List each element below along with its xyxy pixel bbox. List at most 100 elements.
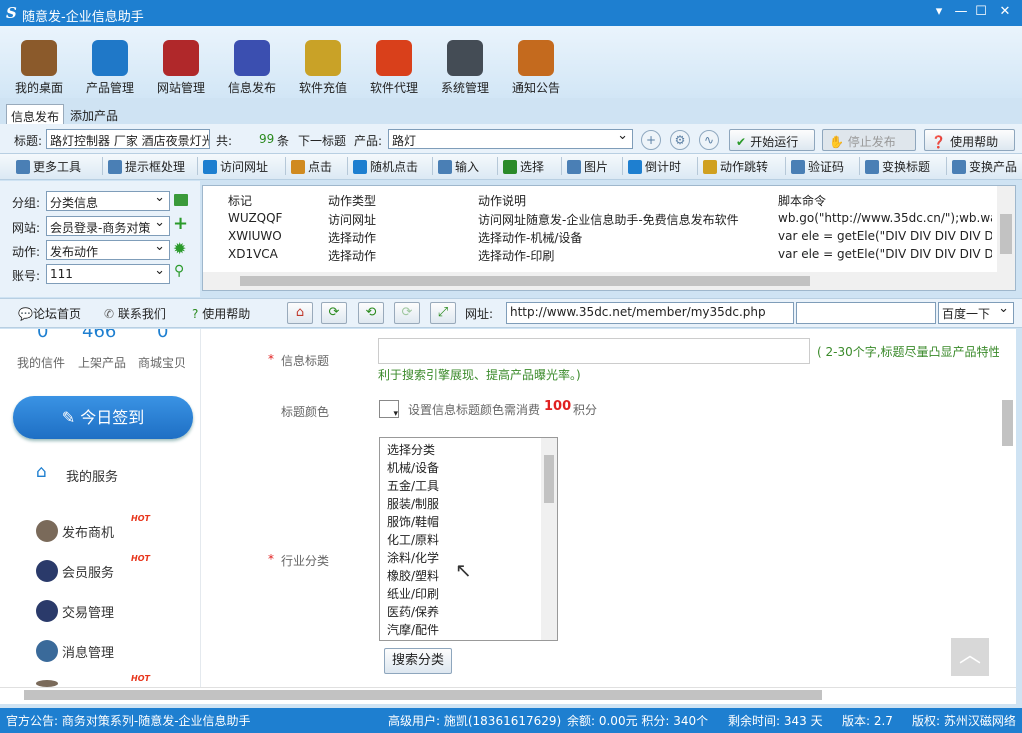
- folder-icon[interactable]: [174, 194, 188, 206]
- tool-3-button[interactable]: 点击: [291, 158, 332, 175]
- tool-2-button[interactable]: 访问网址: [203, 158, 268, 175]
- service-icon: [36, 560, 58, 582]
- category-scroll-thumb[interactable]: [544, 455, 554, 503]
- account-select[interactable]: 111: [46, 264, 170, 284]
- tool-10-button[interactable]: 验证码: [791, 158, 844, 175]
- product-select[interactable]: 路灯: [388, 129, 633, 149]
- tool-7-button[interactable]: 图片: [567, 158, 608, 175]
- service-link[interactable]: 交易管理: [62, 602, 114, 620]
- close-button[interactable]: ✕: [996, 4, 1014, 20]
- table-cell[interactable]: 选择动作: [328, 229, 473, 246]
- maximize-button[interactable]: ☐: [972, 4, 990, 20]
- tool-1-button[interactable]: 提示框处理: [108, 158, 185, 175]
- category-option[interactable]: 选择分类: [387, 441, 435, 458]
- forum-home-link[interactable]: 💬论坛首页: [18, 305, 81, 322]
- title-input[interactable]: 路灯控制器 厂家 酒店夜景灯光: [46, 129, 210, 149]
- tool-0-button[interactable]: 更多工具: [16, 158, 81, 175]
- toolbar-label: 软件代理: [369, 81, 418, 95]
- table-hscroll-thumb[interactable]: [240, 276, 810, 286]
- action-select[interactable]: 发布动作: [46, 240, 170, 260]
- home-nav-icon[interactable]: ⌂: [287, 302, 313, 324]
- category-option[interactable]: 化工/原料: [387, 531, 439, 548]
- toolbar-notice-button[interactable]: 通知公告: [503, 36, 569, 96]
- category-option[interactable]: 五金/工具: [387, 477, 439, 494]
- color-picker[interactable]: ▾: [379, 400, 399, 419]
- category-option[interactable]: 橡胶/塑料: [387, 567, 439, 584]
- tool-4-button[interactable]: 随机点击: [353, 158, 418, 175]
- stat-label[interactable]: 商城宝贝: [138, 354, 186, 371]
- stop-publish-label: 停止发布: [847, 135, 896, 149]
- table-cell[interactable]: 选择动作: [328, 247, 473, 264]
- browser-help-link[interactable]: ? 使用帮助: [192, 305, 250, 322]
- toolbar-gift-button[interactable]: 软件代理: [361, 36, 427, 96]
- help-button[interactable]: ❓ 使用帮助: [924, 129, 1015, 151]
- web-vscroll-thumb[interactable]: [1002, 400, 1013, 446]
- table-cell[interactable]: wb.go("http://www.35dc.cn/");wb.wa: [778, 211, 992, 225]
- table-cell[interactable]: var ele = getEle("DIV DIV DIV DIV DIV: [778, 229, 992, 243]
- forward-icon[interactable]: ⟳: [394, 302, 420, 324]
- contact-us-link[interactable]: ✆ 联系我们: [104, 305, 166, 322]
- service-link[interactable]: 发布商机: [62, 522, 114, 540]
- search-category-button[interactable]: 搜索分类: [384, 648, 452, 674]
- checkin-button[interactable]: ✎ 今日签到: [13, 396, 193, 439]
- table-cell[interactable]: XD1VCA: [228, 247, 323, 261]
- search-engine-select[interactable]: 百度一下: [938, 302, 1014, 324]
- stop-publish-button[interactable]: ✋ 停止发布: [822, 129, 916, 151]
- tab-info-publish[interactable]: 信息发布: [6, 104, 65, 124]
- add-circle-icon[interactable]: +: [641, 130, 661, 150]
- toolbar-cloud-button[interactable]: 产品管理: [77, 36, 143, 96]
- category-option[interactable]: 服装/制服: [387, 495, 439, 512]
- tool-6-button[interactable]: 选择: [503, 158, 544, 175]
- url-input[interactable]: http://www.35dc.net/member/my35dc.php: [506, 302, 794, 324]
- back-to-top-icon[interactable]: ︿: [951, 638, 989, 676]
- table-vscroll-thumb[interactable]: [1000, 214, 1012, 254]
- tool-5-button[interactable]: 输入: [438, 158, 479, 175]
- category-option[interactable]: 汽摩/配件: [387, 621, 439, 638]
- chart-circle-icon[interactable]: ∿: [699, 130, 719, 150]
- search-input[interactable]: [796, 302, 936, 324]
- table-cell[interactable]: XWIUWO: [228, 229, 323, 243]
- title-color-cost: 100: [544, 399, 572, 414]
- table-cell[interactable]: 选择动作-印刷: [478, 247, 773, 264]
- tool-12-button[interactable]: 变换产品: [952, 158, 1017, 175]
- category-option[interactable]: 机械/设备: [387, 459, 439, 476]
- toolbar-coins-button[interactable]: 软件充值: [290, 36, 356, 96]
- refresh-icon[interactable]: ⟳: [321, 302, 347, 324]
- category-option[interactable]: 涂料/化学: [387, 549, 439, 566]
- web-hscroll-thumb[interactable]: [24, 690, 822, 700]
- service-link[interactable]: 会员服务: [62, 562, 114, 580]
- category-option[interactable]: 医药/保养: [387, 603, 439, 620]
- category-option[interactable]: 服饰/鞋帽: [387, 513, 439, 530]
- table-cell[interactable]: var ele = getEle("DIV DIV DIV DIV DIV: [778, 247, 992, 261]
- add-site-icon[interactable]: +: [173, 213, 188, 234]
- stat-label[interactable]: 我的信件: [17, 354, 65, 371]
- info-title-input[interactable]: [378, 338, 810, 364]
- table-cell[interactable]: 选择动作-机械/设备: [478, 229, 773, 246]
- table-cell[interactable]: 访问网址随意发-企业信息助手-免费信息发布软件: [478, 211, 773, 228]
- minimize-button[interactable]: —: [952, 4, 970, 20]
- toolbar-building-button[interactable]: 网站管理: [148, 36, 214, 96]
- table-cell[interactable]: 访问网址: [328, 211, 473, 228]
- back-icon[interactable]: ⟲: [358, 302, 384, 324]
- category-option[interactable]: 纸业/印刷: [387, 585, 439, 602]
- action-gear-icon[interactable]: ✹: [173, 239, 186, 258]
- table-cell[interactable]: WUZQQF: [228, 211, 323, 225]
- toolbar-home-button[interactable]: 我的桌面: [6, 36, 72, 96]
- start-run-button[interactable]: ✔ 开始运行: [729, 129, 815, 151]
- next-title-link[interactable]: 下一标题: [298, 132, 346, 149]
- service-link[interactable]: 消息管理: [62, 642, 114, 660]
- menu-dropdown-icon[interactable]: ▾: [930, 4, 948, 20]
- tool-9-button[interactable]: 动作跳转: [703, 158, 768, 175]
- web-vscrollbar[interactable]: [999, 338, 1016, 686]
- search-account-icon[interactable]: ⚲: [174, 263, 184, 279]
- fullscreen-icon[interactable]: ⤢: [430, 302, 456, 324]
- stat-label[interactable]: 上架产品: [78, 354, 126, 371]
- toolbar-gear-button[interactable]: 系统管理: [432, 36, 498, 96]
- site-select[interactable]: 会员登录-商务对策: [46, 216, 170, 236]
- group-select[interactable]: 分类信息: [46, 191, 170, 211]
- tool-11-button[interactable]: 变换标题: [865, 158, 930, 175]
- tab-add-product[interactable]: 添加产品: [66, 104, 122, 124]
- settings-circle-icon[interactable]: ⚙: [670, 130, 690, 150]
- tool-8-button[interactable]: 倒计时: [628, 158, 681, 175]
- toolbar-magic-wand-button[interactable]: 信息发布: [219, 36, 285, 96]
